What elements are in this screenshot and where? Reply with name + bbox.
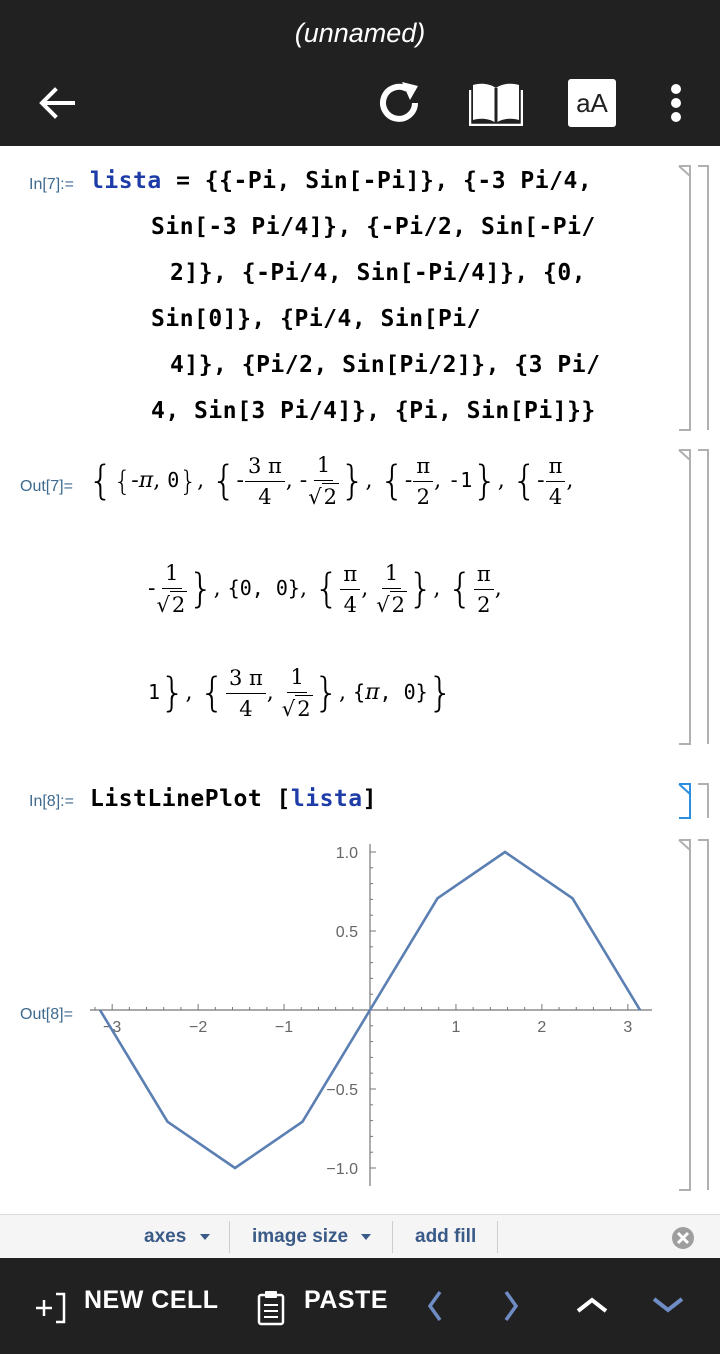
x-tick-label: −1 bbox=[275, 1019, 293, 1036]
add-fill-suggestion[interactable]: add fill bbox=[415, 1215, 476, 1259]
chevron-up-icon[interactable] bbox=[574, 1294, 610, 1316]
input-cell-code[interactable]: lista = {{-Pi, Sin[-Pi]}, {-3 Pi/4, bbox=[90, 158, 592, 204]
code-line: Sin[-3 Pi/4]}, {-Pi/2, Sin[-Pi/ bbox=[151, 214, 596, 240]
cell-bracket[interactable] bbox=[674, 164, 714, 434]
x-tick-label: 2 bbox=[537, 1019, 546, 1036]
chevron-down-icon[interactable] bbox=[650, 1294, 686, 1316]
x-tick-label: −2 bbox=[189, 1019, 207, 1036]
code-line: = {{-Pi, Sin[-Pi]}, {-3 Pi/4, bbox=[161, 168, 593, 194]
code-line: 4]}, {Pi/2, Sin[Pi/2]}, {3 Pi/ bbox=[170, 352, 601, 378]
chevron-right-icon[interactable] bbox=[500, 1288, 522, 1324]
cell-bracket[interactable] bbox=[674, 838, 714, 1196]
book-icon[interactable] bbox=[468, 76, 524, 130]
cell-bracket-selected[interactable] bbox=[674, 782, 714, 822]
output-expression-line: {{-π, 0}, {- 3 π4, -1 √2}, {- π 2, -1}, {- π 4… bbox=[88, 453, 574, 509]
y-tick-label: 1.0 bbox=[336, 845, 358, 862]
new-cell-button[interactable]: NEW CELL bbox=[84, 1286, 219, 1315]
input-label: In[8]:= bbox=[29, 793, 74, 810]
variable-name: lista bbox=[90, 168, 162, 194]
new-cell-icon bbox=[36, 1292, 66, 1324]
axes-suggestion[interactable]: axes bbox=[144, 1215, 212, 1259]
paste-button[interactable]: PASTE bbox=[304, 1286, 388, 1315]
output-expression-line: -1 √2}, {0, 0}, {π 4, 1 √2}, {π 2, bbox=[148, 561, 502, 617]
font-size-label: aA bbox=[568, 79, 616, 127]
output-expression-line: 1}, {3 π4, 1 √2}, {π, 0}} bbox=[148, 665, 454, 721]
y-tick-label: 0.5 bbox=[336, 924, 358, 941]
code-line: 2]}, {-Pi/4, Sin[-Pi/4]}, {0, bbox=[170, 260, 587, 286]
output-label: Out[7]= bbox=[20, 478, 73, 495]
paste-icon bbox=[257, 1291, 285, 1326]
suggestion-bar: axes image size add fill bbox=[0, 1214, 720, 1259]
code-line: Sin[0]}, {Pi/4, Sin[Pi/ bbox=[151, 306, 481, 332]
variable-name: lista bbox=[290, 786, 363, 812]
input-label: In[7]:= bbox=[29, 176, 74, 193]
y-tick-label: −0.5 bbox=[326, 1082, 358, 1099]
output-label: Out[8]= bbox=[20, 1006, 73, 1023]
chevron-left-icon[interactable] bbox=[424, 1288, 446, 1324]
notebook-title: (unnamed) bbox=[294, 18, 426, 48]
x-tick-label: 1 bbox=[451, 1019, 460, 1036]
font-size-button[interactable]: aA bbox=[567, 76, 617, 130]
cell-bracket[interactable] bbox=[674, 448, 714, 748]
back-arrow-icon[interactable] bbox=[34, 76, 80, 130]
bottom-toolbar: NEW CELL PASTE bbox=[0, 1258, 720, 1354]
y-tick-label: −1.0 bbox=[326, 1161, 358, 1178]
more-options-icon[interactable] bbox=[664, 76, 688, 130]
dropdown-arrow-icon bbox=[361, 1234, 372, 1240]
line-plot[interactable]: −3 −2 −1 1 2 3−1.0−0.50.51.0 bbox=[80, 830, 670, 1200]
refresh-icon[interactable] bbox=[372, 76, 426, 130]
x-tick-label: 3 bbox=[623, 1019, 632, 1036]
image-size-suggestion[interactable]: image size bbox=[252, 1215, 373, 1259]
top-app-bar: (unnamed) aA bbox=[0, 0, 720, 146]
function-name: ListLinePlot bbox=[90, 786, 263, 812]
code-line: 4, Sin[3 Pi/4]}, {Pi, Sin[Pi]}} bbox=[151, 398, 596, 424]
input-cell-code[interactable]: ListLinePlot [lista] bbox=[90, 776, 377, 822]
dropdown-arrow-icon bbox=[199, 1234, 210, 1240]
close-suggestions-icon[interactable] bbox=[670, 1225, 696, 1251]
